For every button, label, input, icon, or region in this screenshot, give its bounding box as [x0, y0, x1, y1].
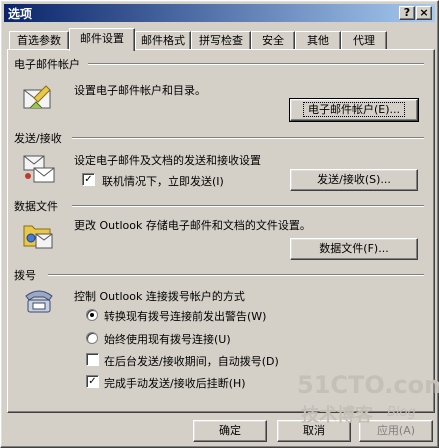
send-receive-section-title: 发送/接收 — [14, 132, 62, 145]
data-files-description: 更改 Outlook 存储电子邮件和文档的文件设置。 — [74, 219, 311, 232]
tab-mail-format[interactable]: 邮件格式 — [135, 31, 191, 50]
close-icon: × — [419, 6, 429, 19]
tab-delegates[interactable]: 代理 — [341, 31, 387, 50]
auto-dial-label: 在后台发送/接收期间，自动拨号(D) — [104, 355, 279, 368]
send-receive-button[interactable]: 发送/接收(S)... — [290, 169, 418, 191]
accounts-separator — [88, 63, 424, 65]
send-receive-separator — [72, 137, 424, 139]
close-button[interactable]: × — [416, 6, 432, 20]
hang-up-checkbox[interactable]: ✓ — [86, 375, 99, 388]
data-files-section-title: 数据文件 — [14, 200, 58, 213]
warn-before-switch-radio[interactable] — [86, 309, 98, 321]
accounts-description: 设置电子邮件帐户和目录。 — [74, 84, 206, 97]
dialup-separator — [48, 274, 424, 276]
options-dialog: 选项 ? × 首选参数 邮件设置 邮件格式 拼写检查 安全 其他 代理 电子邮件… — [0, 0, 439, 448]
always-use-existing-radio[interactable] — [86, 332, 98, 344]
watermark-tagline: 技术博客 — [301, 405, 373, 426]
telephone-icon — [25, 290, 53, 313]
warn-before-switch-label: 转换现有拨号连接前发出警告(W) — [104, 310, 267, 323]
tab-preferences[interactable]: 首选参数 — [9, 31, 69, 50]
tab-mail-setup[interactable]: 邮件设置 — [69, 28, 135, 51]
always-use-existing-label: 始终使用现有拨号连接(U) — [104, 333, 231, 346]
data-files-separator — [72, 205, 424, 207]
data-files-button[interactable]: 数据文件(F)... — [290, 238, 418, 260]
send-receive-description: 设定电子邮件及文档的发送和接收设置 — [74, 154, 261, 167]
watermark-blog: Blog — [387, 405, 416, 420]
send-receive-icon — [23, 155, 55, 183]
email-accounts-button[interactable]: 电子邮件帐户(E)... — [289, 98, 419, 122]
help-button[interactable]: ? — [399, 6, 415, 20]
tab-strip: 首选参数 邮件设置 邮件格式 拼写检查 安全 其他 代理 — [7, 28, 435, 51]
help-icon: ? — [403, 6, 411, 19]
tab-spelling[interactable]: 拼写检查 — [191, 31, 251, 50]
email-accounts-icon — [23, 85, 51, 109]
hang-up-label: 完成手动发送/接收后挂断(H) — [104, 377, 246, 390]
tab-other[interactable]: 其他 — [295, 31, 341, 50]
title-bar[interactable]: 选项 ? × — [4, 4, 435, 22]
watermark-site: 51CTO.com — [297, 371, 439, 399]
dialup-section-title: 拨号 — [14, 269, 36, 282]
data-files-icon — [23, 225, 53, 249]
accounts-section-title: 电子邮件帐户 — [14, 58, 80, 71]
window-title: 选项 — [8, 7, 33, 21]
send-immediately-checkbox[interactable]: ✓ — [82, 173, 95, 186]
tab-panel-mail-setup: 电子邮件帐户 设置电子邮件帐户和目录。 电子邮件帐户(E)... 发送/接收 设… — [7, 49, 435, 413]
tab-security[interactable]: 安全 — [251, 31, 295, 50]
ok-button[interactable]: 确定 — [193, 420, 267, 442]
dialup-description: 控制 Outlook 连接拨号帐户的方式 — [74, 290, 245, 303]
send-immediately-label: 联机情况下，立即发送(I) — [102, 175, 224, 188]
auto-dial-checkbox[interactable] — [86, 353, 99, 366]
